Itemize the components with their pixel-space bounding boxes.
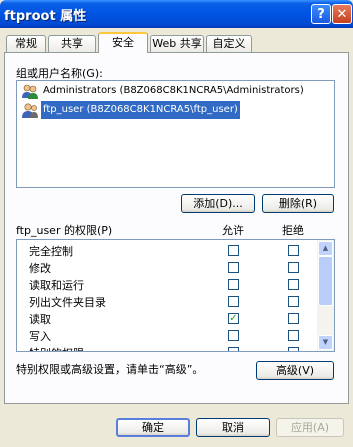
apply-button[interactable]: 应用(A) — [276, 418, 344, 437]
allow-checkbox[interactable] — [228, 330, 239, 341]
allow-checkbox[interactable] — [228, 279, 239, 290]
list-item-administrators[interactable]: Administrators (B8Z068C8K1NCRA5\Administ… — [19, 82, 332, 100]
user-name: Administrators (B8Z068C8K1NCRA5\Administ… — [43, 85, 304, 96]
advanced-button[interactable]: 高级(V) — [256, 361, 334, 380]
remove-button[interactable]: 删除(R) — [262, 194, 334, 213]
deny-checkbox[interactable] — [288, 313, 299, 324]
permissions-label: ftp_user 的权限(P) — [16, 224, 113, 237]
permissions-scrollbar[interactable]: ▲ ▼ — [317, 240, 334, 351]
cancel-button[interactable]: 取消 — [196, 418, 270, 437]
permission-row: 特别的权限 — [17, 344, 317, 351]
tab-sharing[interactable]: 共享 — [48, 35, 96, 52]
permissions-list: 完全控制修改读取和运行列出文件夹目录读取 ✓ 写入特别的权限 ▲ ▼ — [16, 239, 335, 352]
window-title: ftproot 属性 — [4, 9, 87, 24]
permission-name: 特别的权限 — [29, 345, 84, 351]
allow-checkbox[interactable] — [228, 347, 239, 351]
permission-name: 读取和运行 — [29, 279, 84, 292]
permission-name: 写入 — [29, 330, 51, 343]
tab-general[interactable]: 常规 — [6, 35, 46, 52]
user-group-icon — [21, 83, 39, 99]
permission-row: 读取 ✓ — [17, 310, 317, 327]
permission-name: 读取 — [29, 313, 51, 326]
tab-custom[interactable]: 自定义 — [206, 35, 252, 52]
deny-checkbox[interactable] — [288, 262, 299, 273]
permission-row: 修改 — [17, 259, 317, 276]
allow-checkbox[interactable] — [228, 296, 239, 307]
permission-row: 完全控制 — [17, 242, 317, 259]
allow-header: 允许 — [222, 224, 244, 237]
deny-header: 拒绝 — [282, 224, 304, 237]
user-icon — [21, 102, 39, 118]
scroll-up-icon[interactable]: ▲ — [318, 241, 333, 256]
allow-checkbox[interactable] — [228, 262, 239, 273]
permission-name: 修改 — [29, 262, 51, 275]
title-bar[interactable]: ftproot 属性 ? ✕ — [0, 0, 353, 28]
tab-security[interactable]: 安全 — [98, 32, 148, 53]
add-button[interactable]: 添加(D)... — [181, 194, 255, 213]
permission-row: 读取和运行 — [17, 276, 317, 293]
user-name: ftp_user (B8Z068C8K1NCRA5\ftp_user) — [40, 100, 241, 120]
scroll-down-icon[interactable]: ▼ — [318, 335, 333, 350]
permission-name: 完全控制 — [29, 245, 73, 258]
advanced-hint: 特别权限或高级设置，请单击“高级”。 — [16, 363, 204, 376]
permission-row: 写入 — [17, 327, 317, 344]
users-label: 组或用户名称(G): — [16, 67, 103, 80]
tab-web-sharing[interactable]: Web 共享 — [150, 35, 204, 52]
deny-checkbox[interactable] — [288, 347, 299, 351]
scroll-thumb[interactable] — [318, 256, 333, 306]
allow-checkbox[interactable]: ✓ — [228, 313, 239, 324]
deny-checkbox[interactable] — [288, 296, 299, 307]
deny-checkbox[interactable] — [288, 279, 299, 290]
ok-button[interactable]: 确定 — [116, 418, 190, 437]
permission-name: 列出文件夹目录 — [29, 296, 106, 309]
permission-row: 列出文件夹目录 — [17, 293, 317, 310]
close-button[interactable]: ✕ — [332, 4, 352, 24]
deny-checkbox[interactable] — [288, 330, 299, 341]
users-listbox[interactable]: Administrators (B8Z068C8K1NCRA5\Administ… — [16, 80, 335, 188]
help-button[interactable]: ? — [311, 4, 331, 24]
allow-checkbox[interactable] — [228, 245, 239, 256]
list-item-ftp-user[interactable]: ftp_user (B8Z068C8K1NCRA5\ftp_user) — [19, 100, 332, 120]
deny-checkbox[interactable] — [288, 245, 299, 256]
